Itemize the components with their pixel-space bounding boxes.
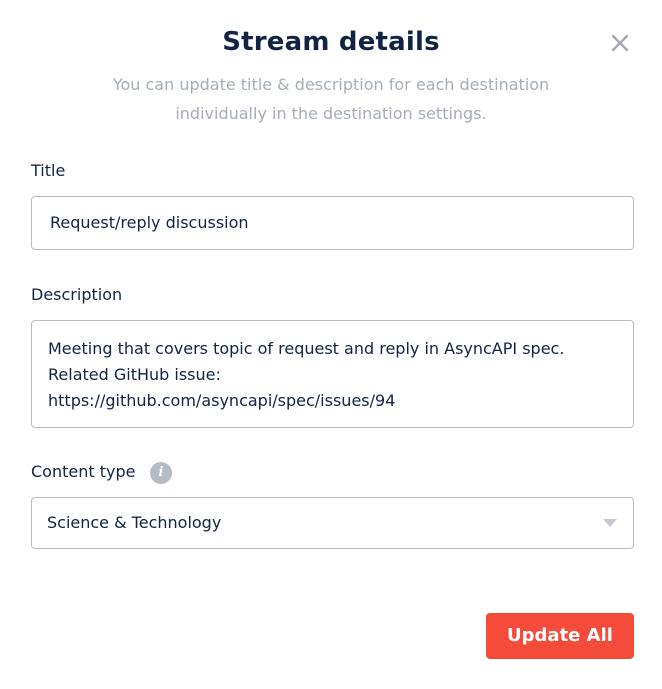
info-icon[interactable]: i xyxy=(150,462,172,484)
title-input-value: Request/reply discussion xyxy=(50,213,249,232)
content-type-select[interactable]: Science & Technology xyxy=(31,497,634,549)
chevron-down-icon xyxy=(603,519,617,527)
title-input[interactable]: Request/reply discussion xyxy=(31,196,634,250)
stream-details-dialog: Stream details You can update title & de… xyxy=(0,0,662,689)
description-line: https://github.com/asyncapi/spec/issues/… xyxy=(48,391,396,410)
subtitle-line: individually in the destination settings… xyxy=(175,104,487,123)
description-label: Description xyxy=(31,285,123,304)
title-label: Title xyxy=(31,161,66,180)
update-all-button[interactable]: Update All xyxy=(486,613,634,659)
dialog-subtitle: You can update title & description for e… xyxy=(60,70,602,128)
description-line: Related GitHub issue: xyxy=(48,365,221,384)
subtitle-line: You can update title & description for e… xyxy=(112,75,550,94)
description-textarea[interactable]: Meeting that covers topic of request and… xyxy=(31,320,634,428)
description-line: Meeting that covers topic of request and… xyxy=(48,339,565,358)
dialog-title: Stream details xyxy=(222,27,440,57)
content-type-label: Content type xyxy=(31,462,136,481)
content-type-value: Science & Technology xyxy=(47,513,222,532)
close-icon[interactable] xyxy=(610,33,630,53)
